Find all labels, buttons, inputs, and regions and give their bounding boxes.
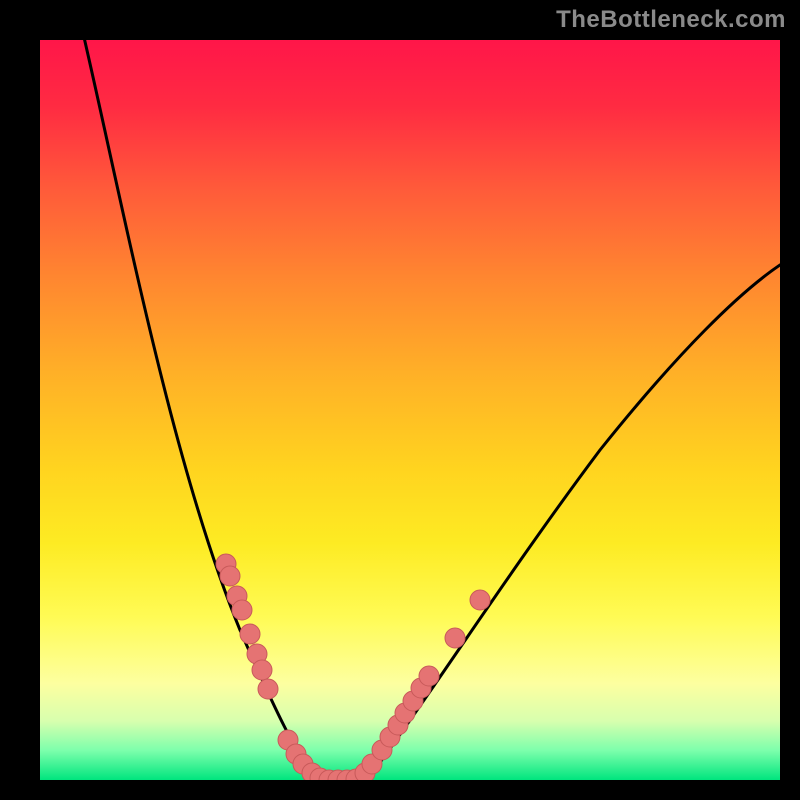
marker-dot bbox=[232, 600, 252, 620]
chart-frame: TheBottleneck.com bbox=[0, 0, 800, 800]
watermark-text: TheBottleneck.com bbox=[556, 6, 786, 34]
chart-svg bbox=[40, 40, 780, 780]
plot-area bbox=[40, 40, 780, 780]
marker-dot bbox=[240, 624, 260, 644]
marker-dot bbox=[445, 628, 465, 648]
marker-dot bbox=[470, 590, 490, 610]
marker-dot bbox=[419, 666, 439, 686]
marker-dot bbox=[258, 679, 278, 699]
marker-dot bbox=[220, 566, 240, 586]
highlight-markers bbox=[216, 554, 490, 780]
marker-dot bbox=[252, 660, 272, 680]
